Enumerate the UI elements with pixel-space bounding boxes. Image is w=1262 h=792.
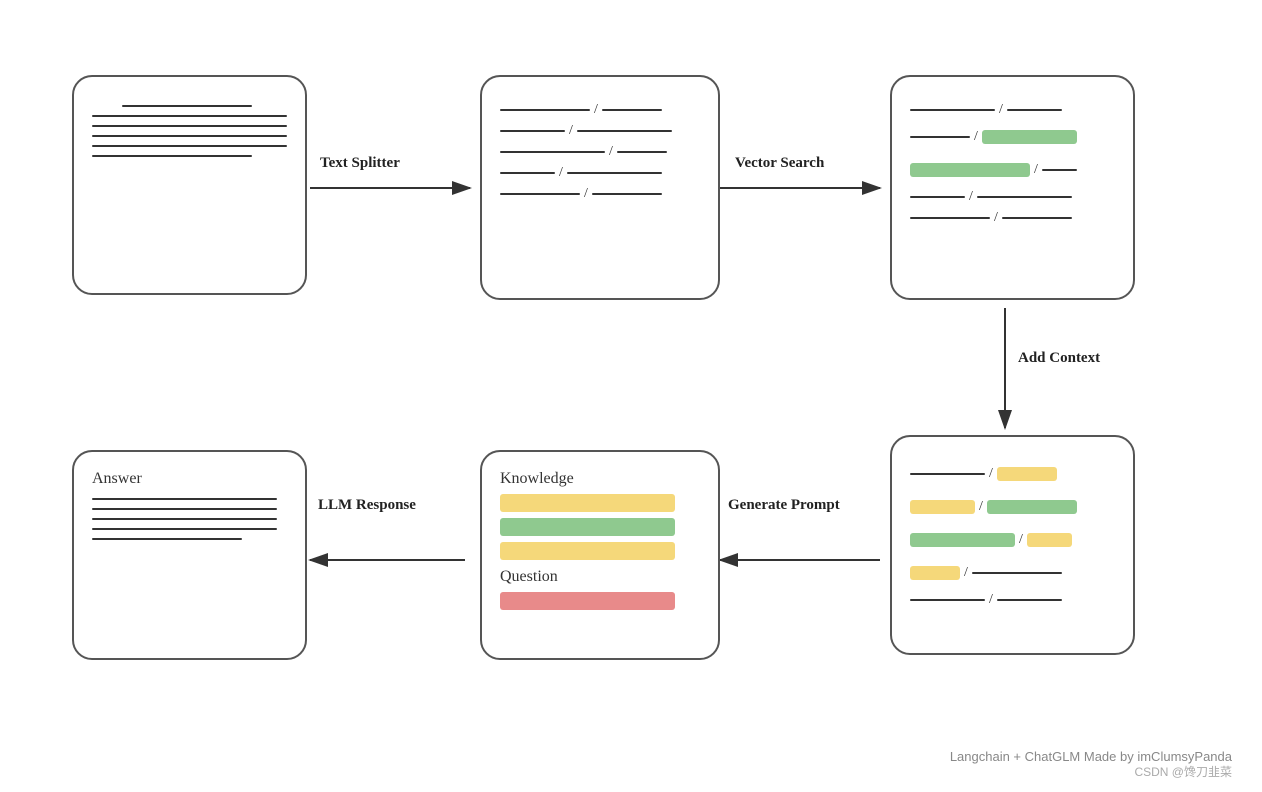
generate-prompt-label: Generate Prompt <box>728 497 840 514</box>
vector-search-label: Vector Search <box>735 155 824 172</box>
card-chunks: / / / / / <box>480 75 720 300</box>
watermark: Langchain + ChatGLM Made by imClumsyPand… <box>950 749 1232 764</box>
text-splitter-label: Text Splitter <box>320 155 400 172</box>
knowledge-label: Knowledge <box>500 470 700 488</box>
diagram-container: Text Splitter / / / / / Vector Sea <box>0 0 1262 792</box>
brand: CSDN @馋刀韭菜 <box>1134 763 1232 780</box>
card-doc <box>72 75 307 295</box>
card-knowledge: Knowledge Question <box>480 450 720 660</box>
answer-label: Answer <box>92 470 287 488</box>
card-search: / / / / / <box>890 75 1135 300</box>
card-answer: Answer <box>72 450 307 660</box>
card-context: / / / / / <box>890 435 1135 655</box>
question-label: Question <box>500 568 700 586</box>
add-context-label: Add Context <box>1018 350 1100 367</box>
llm-response-label: LLM Response <box>318 497 416 514</box>
